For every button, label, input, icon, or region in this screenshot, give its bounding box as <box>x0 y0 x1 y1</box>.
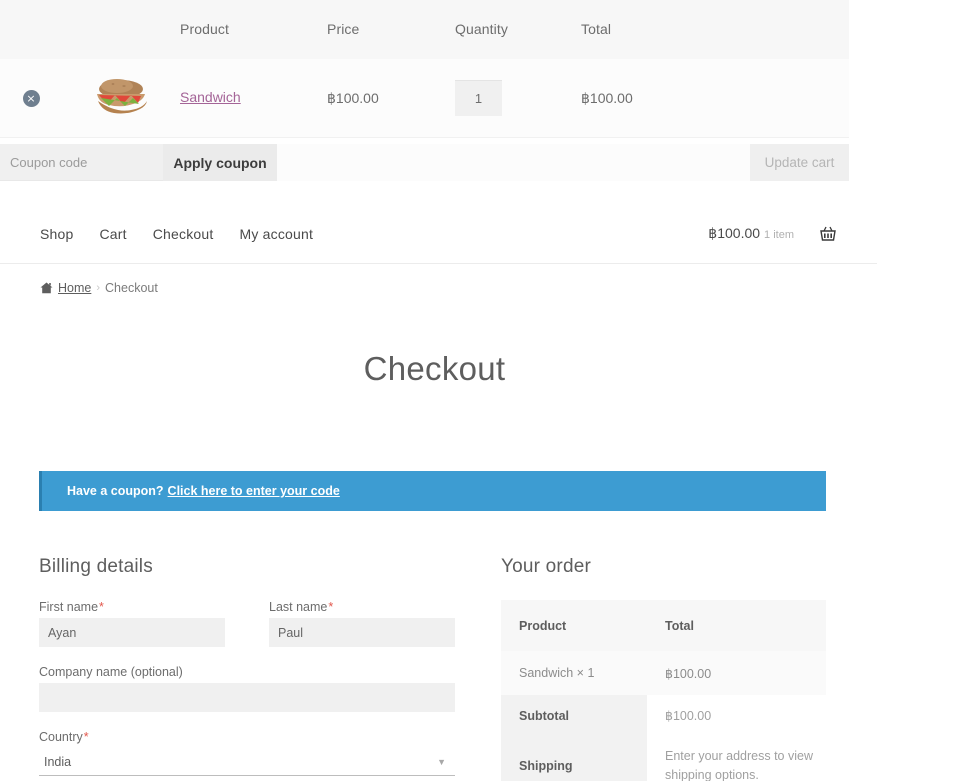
site-navigation: Shop Cart Checkout My account ฿100.00 1 i… <box>0 204 877 264</box>
billing-details-heading: Billing details <box>39 556 153 577</box>
coupon-notice-text: Have a coupon? <box>67 484 164 498</box>
order-subtotal-row: Subtotal ฿100.00 <box>501 695 826 736</box>
nav-item-shop[interactable]: Shop <box>40 226 74 242</box>
update-cart-button[interactable]: Update cart <box>750 144 849 181</box>
breadcrumb-current: Checkout <box>105 281 158 295</box>
company-field-group: Company name (optional) <box>39 665 455 712</box>
order-table-header: Product Total <box>501 600 826 651</box>
order-shipping-value: Enter your address to view shipping opti… <box>665 749 813 781</box>
sandwich-product-thumbnail[interactable] <box>91 77 149 119</box>
first-name-field[interactable] <box>39 618 225 647</box>
checkout-columns: Billing details First name* Last name* C… <box>0 556 969 781</box>
coupon-code-input[interactable] <box>0 144 163 181</box>
country-select-wrapper: India ▼ <box>39 748 455 776</box>
order-item-name: Sandwich × 1 <box>519 666 595 680</box>
nav-links: Shop Cart Checkout My account <box>40 226 313 242</box>
name-fields-row: First name* Last name* <box>39 600 455 647</box>
coupon-notice-link[interactable]: Click here to enter your code <box>168 484 340 498</box>
cart-table-header: Product Price Quantity Total <box>0 0 849 59</box>
company-name-label: Company name (optional) <box>39 665 183 679</box>
nav-cart-summary: ฿100.00 1 item <box>708 225 837 243</box>
country-field-group: Country* India ▼ <box>39 730 455 776</box>
nav-cart-amount: ฿100.00 <box>708 224 761 241</box>
breadcrumb-home[interactable]: Home <box>58 281 91 295</box>
shopping-basket-icon[interactable] <box>819 225 837 243</box>
last-name-field[interactable] <box>269 618 455 647</box>
last-name-field-group: Last name* <box>269 600 455 647</box>
first-name-field-group: First name* <box>39 600 225 647</box>
nav-item-cart[interactable]: Cart <box>100 226 127 242</box>
cart-header-price: Price <box>327 20 360 37</box>
order-item-total: ฿100.00 <box>665 666 712 681</box>
cart-header-product: Product <box>180 20 229 37</box>
list-item: Sandwich × 1 ฿100.00 <box>501 651 826 695</box>
your-order-section: Your order Product Total Sandwich × 1 ฿1… <box>501 556 826 781</box>
breadcrumb-separator: › <box>96 282 101 294</box>
nav-cart-item-count: 1 item <box>764 228 794 241</box>
order-review-table: Product Total Sandwich × 1 ฿100.00 Subto… <box>501 600 826 781</box>
checkout-page: Product Price Quantity Total × Sandwich … <box>0 0 969 781</box>
cart-header-quantity: Quantity <box>455 20 508 37</box>
nav-item-checkout[interactable]: Checkout <box>153 226 214 242</box>
country-select[interactable]: India <box>39 748 455 776</box>
cart-product-link[interactable]: Sandwich <box>180 89 241 105</box>
quantity-stepper[interactable] <box>455 80 502 116</box>
order-subtotal-label: Subtotal <box>501 695 647 736</box>
breadcrumb: Home › Checkout <box>40 281 969 295</box>
first-name-label: First name* <box>39 600 104 614</box>
nav-cart-total: ฿100.00 1 item <box>708 225 794 243</box>
remove-item-icon[interactable]: × <box>22 90 40 107</box>
order-subtotal-value: ฿100.00 <box>665 709 712 723</box>
required-mark: * <box>328 600 334 614</box>
order-header-total: Total <box>665 618 694 633</box>
cart-header-total: Total <box>581 20 612 37</box>
home-icon[interactable] <box>40 282 53 294</box>
apply-coupon-button[interactable]: Apply coupon <box>163 144 277 181</box>
required-mark: * <box>99 600 104 614</box>
company-name-field[interactable] <box>39 683 455 712</box>
order-shipping-label: Shipping <box>501 736 647 781</box>
country-label: Country* <box>39 730 89 744</box>
page-title: Checkout <box>363 350 506 387</box>
your-order-heading: Your order <box>501 556 592 577</box>
cart-item-price: ฿100.00 <box>327 89 379 106</box>
cart-item-total: ฿100.00 <box>581 89 633 106</box>
last-name-label: Last name* <box>269 600 334 614</box>
cart-table: Product Price Quantity Total × Sandwich … <box>0 0 849 181</box>
nav-item-my-account[interactable]: My account <box>240 226 314 242</box>
billing-details-section: Billing details First name* Last name* C… <box>39 556 455 781</box>
cart-actions-spacer <box>277 144 750 181</box>
cart-actions-row: Apply coupon Update cart <box>0 144 849 181</box>
order-header-product: Product <box>519 618 567 633</box>
required-mark: * <box>83 730 89 744</box>
table-row: × Sandwich ฿100.00 1 ฿100.00 <box>0 59 849 138</box>
order-shipping-row: Shipping Enter your address to view ship… <box>501 736 826 781</box>
coupon-notice-banner: Have a coupon? Click here to enter your … <box>39 471 826 511</box>
